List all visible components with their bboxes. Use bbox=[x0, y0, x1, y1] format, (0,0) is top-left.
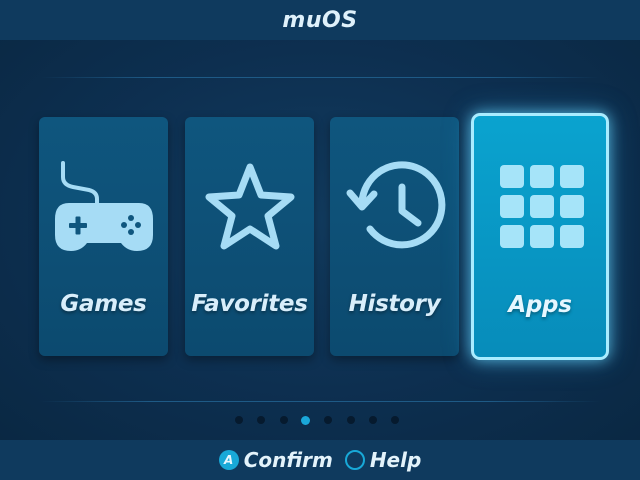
menu-item-label: Apps bbox=[508, 292, 572, 318]
top-divider bbox=[40, 77, 600, 78]
menu-item-label: Favorites bbox=[191, 291, 308, 317]
star-icon bbox=[195, 159, 305, 259]
page-indicator bbox=[0, 415, 640, 426]
menu-item-label: History bbox=[348, 291, 441, 317]
history-icon bbox=[340, 159, 450, 259]
page-dot bbox=[369, 416, 377, 424]
help-hint[interactable]: Help bbox=[344, 448, 422, 472]
a-button-icon: A bbox=[218, 450, 239, 470]
page-dot bbox=[391, 416, 399, 424]
confirm-label: Confirm bbox=[243, 448, 333, 472]
help-label: Help bbox=[369, 448, 422, 472]
circle-button-icon bbox=[344, 450, 365, 470]
menu-item-favorites[interactable]: Favorites bbox=[185, 117, 314, 356]
menu-item-history[interactable]: History bbox=[330, 117, 459, 356]
apps-grid-icon bbox=[485, 164, 595, 264]
page-dot bbox=[347, 416, 355, 424]
page-dot bbox=[257, 416, 265, 424]
menu-item-apps[interactable]: Apps bbox=[471, 113, 609, 360]
bottom-divider bbox=[40, 401, 600, 402]
page-dot bbox=[324, 416, 332, 424]
button-hint-bar: A Confirm Help bbox=[0, 440, 640, 480]
confirm-hint[interactable]: A Confirm bbox=[218, 448, 333, 472]
page-dot bbox=[235, 416, 243, 424]
page-dot-active bbox=[301, 415, 310, 425]
menu-item-games[interactable]: Games bbox=[39, 117, 168, 356]
title-bar: muOS bbox=[0, 0, 640, 40]
page-dot bbox=[280, 416, 288, 424]
app-title: muOS bbox=[282, 7, 358, 33]
gamepad-icon bbox=[49, 159, 159, 259]
menu-item-label: Games bbox=[60, 291, 147, 317]
